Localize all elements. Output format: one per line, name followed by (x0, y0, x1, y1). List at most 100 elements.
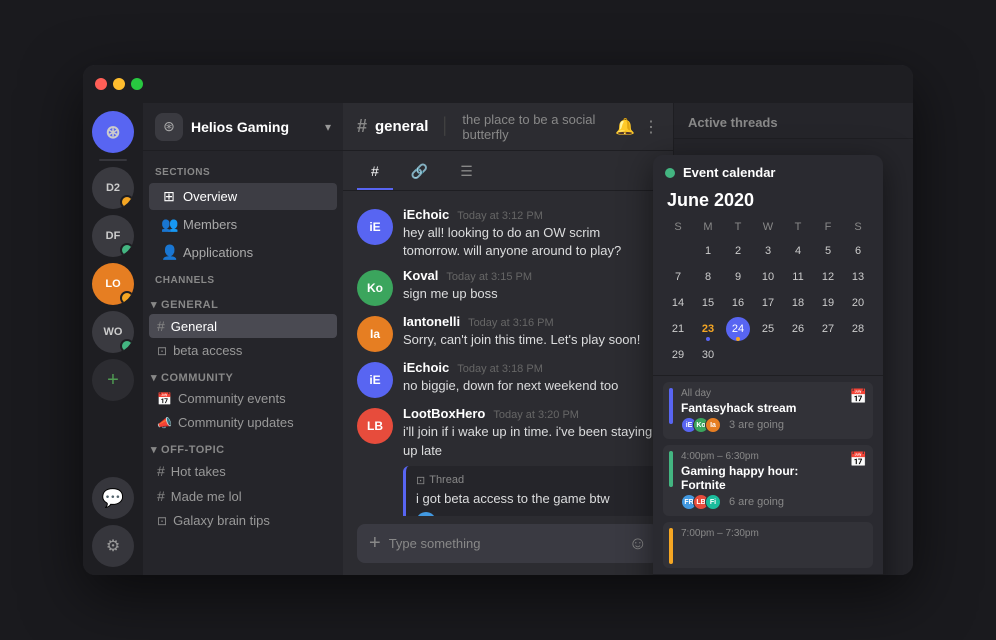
cal-day-3[interactable]: 3 (756, 239, 780, 263)
channel-community-events-label: Community events (178, 391, 286, 406)
dm-icon[interactable]: 💬 (92, 477, 134, 519)
message-input[interactable] (389, 536, 621, 551)
cal-day-12[interactable]: 12 (816, 265, 840, 289)
hash-icon: # (157, 318, 165, 334)
more-options-icon[interactable]: ⋮ (643, 117, 659, 137)
cal-day-21[interactable]: 21 (666, 317, 690, 341)
message-time: Today at 3:20 PM (493, 409, 579, 421)
tab-chat[interactable]: # (357, 154, 393, 190)
settings-icon[interactable]: ⚙ (92, 525, 134, 567)
cal-day-30[interactable]: 30 (696, 343, 720, 367)
event-attendees: iE Ko Ia 3 are going (681, 417, 842, 433)
calendar-event[interactable]: 7:00pm – 7:30pm (663, 522, 873, 568)
cal-day-13[interactable]: 13 (846, 265, 870, 289)
cal-day-27[interactable]: 27 (816, 317, 840, 341)
event-color-bar (669, 451, 673, 487)
attach-button[interactable]: + (369, 532, 381, 555)
cal-day-24[interactable]: 24 (726, 317, 750, 341)
calendar-days: 1 2 3 4 5 6 7 8 9 10 11 12 13 14 15 16 1… (663, 239, 873, 367)
sections-label: Sections (143, 159, 343, 182)
chevron-offtopic-icon: ▾ (151, 443, 157, 456)
channel-beta-access-label: beta access (173, 343, 242, 358)
server-list: ⊛ D2 DF LO WO + 💬 ⚙ (83, 103, 143, 575)
calendar-event[interactable]: 4:00pm – 6:30pm Gaming happy hour: Fortn… (663, 445, 873, 516)
tab-pins-icon: ☰ (460, 163, 473, 180)
server-icon-d2[interactable]: D2 (92, 167, 134, 209)
cal-day-26[interactable]: 26 (786, 317, 810, 341)
server-icon-df[interactable]: DF (92, 215, 134, 257)
calendar-month: June 2020 (653, 186, 883, 219)
category-offtopic[interactable]: ▾ Off-topic (143, 435, 343, 458)
server-icon-helios[interactable]: ⊛ (92, 111, 134, 153)
cal-day-7[interactable]: 7 (666, 265, 690, 289)
cal-day-1[interactable]: 1 (696, 239, 720, 263)
tab-threads[interactable]: 🔗 (397, 154, 442, 190)
channel-galaxy-brain-label: Galaxy brain tips (173, 513, 270, 528)
close-button[interactable] (95, 78, 107, 90)
server-icon-wo[interactable]: WO (92, 311, 134, 353)
cal-day-empty (756, 343, 780, 367)
cal-day-5[interactable]: 5 (816, 239, 840, 263)
event-info: 7:00pm – 7:30pm (681, 528, 867, 541)
channel-item-made-me-lol[interactable]: # Made me lol (149, 484, 337, 508)
day-header-w: W (753, 219, 783, 235)
maximize-button[interactable] (131, 78, 143, 90)
channel-item-beta-access[interactable]: ⊡ beta access (149, 339, 337, 362)
emoji-button[interactable]: ☺ (629, 533, 647, 554)
event-dot (665, 168, 675, 178)
cal-day-23[interactable]: 23 (696, 317, 720, 341)
nav-item-applications[interactable]: 👤 Applications (149, 239, 337, 266)
category-general[interactable]: ▾ General (143, 290, 343, 313)
nav-item-overview[interactable]: ⊞ Overview (149, 183, 337, 210)
cal-day-25[interactable]: 25 (756, 317, 780, 341)
cal-day-29[interactable]: 29 (666, 343, 690, 367)
server-icon-lo[interactable]: LO (92, 263, 134, 305)
avatar: Ko (357, 270, 393, 306)
cal-day-10[interactable]: 10 (756, 265, 780, 289)
cal-day-11[interactable]: 11 (786, 265, 810, 289)
cal-day-empty (786, 343, 810, 367)
attendee-avatar: Fi (705, 494, 721, 510)
message-text: hey all! looking to do an OW scrim tomor… (403, 224, 659, 260)
channel-item-galaxy-brain[interactable]: ⊡ Galaxy brain tips (149, 509, 337, 532)
category-community[interactable]: ▾ Community (143, 363, 343, 386)
channel-item-community-events[interactable]: 📅 Community events (149, 387, 337, 410)
cal-day-14[interactable]: 14 (666, 291, 690, 315)
tab-pins[interactable]: ☰ (446, 154, 487, 190)
avatar: LB (357, 408, 393, 444)
message-time: Today at 3:15 PM (446, 271, 532, 283)
cal-day-17[interactable]: 17 (756, 291, 780, 315)
category-community-label: Community (161, 372, 233, 384)
cal-day-20[interactable]: 20 (846, 291, 870, 315)
message-author: iEchoic (403, 207, 449, 222)
channel-name: general (375, 118, 428, 135)
cal-day-6[interactable]: 6 (846, 239, 870, 263)
hash-icon-hot: # (157, 463, 165, 479)
cal-day-15[interactable]: 15 (696, 291, 720, 315)
message-author: Iantonelli (403, 314, 460, 329)
active-threads-header: Active threads (674, 103, 913, 139)
nav-item-members[interactable]: 👥 Members (149, 211, 337, 238)
channel-made-me-lol-label: Made me lol (171, 489, 242, 504)
cal-day-19[interactable]: 19 (816, 291, 840, 315)
bell-icon[interactable]: 🔔 (615, 117, 635, 137)
message-text: i'll join if i wake up in time. i've bee… (403, 423, 659, 459)
calendar-event[interactable]: All day Fantasyhack stream iE Ko Ia 3 ar… (663, 382, 873, 439)
cal-day-2[interactable]: 2 (726, 239, 750, 263)
add-server-button[interactable]: + (92, 359, 134, 401)
cal-day-4[interactable]: 4 (786, 239, 810, 263)
message-text: sign me up boss (403, 285, 659, 303)
cal-day-28[interactable]: 28 (846, 317, 870, 341)
event-color-bar (669, 528, 673, 564)
channel-item-hot-takes[interactable]: # Hot takes (149, 459, 337, 483)
channel-item-community-updates[interactable]: 📣 Community updates (149, 411, 337, 434)
cal-day-8[interactable]: 8 (696, 265, 720, 289)
channel-item-general[interactable]: # General (149, 314, 337, 338)
members-icon: 👥 (161, 216, 177, 233)
minimize-button[interactable] (113, 78, 125, 90)
server-header[interactable]: ⊛ Helios Gaming ▾ (143, 103, 343, 151)
category-general-label: General (161, 299, 218, 311)
cal-day-18[interactable]: 18 (786, 291, 810, 315)
cal-day-16[interactable]: 16 (726, 291, 750, 315)
cal-day-9[interactable]: 9 (726, 265, 750, 289)
